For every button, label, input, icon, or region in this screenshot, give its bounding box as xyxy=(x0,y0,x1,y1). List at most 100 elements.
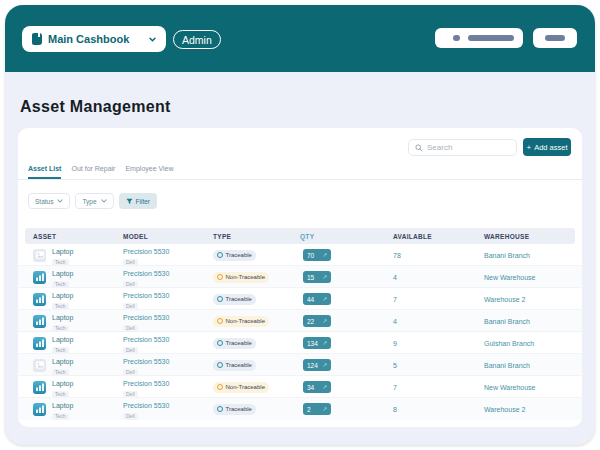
qty-value: 2 xyxy=(307,406,311,413)
warehouse-name: Banani Branch xyxy=(484,318,530,325)
model-name: Precision 5530 xyxy=(123,314,169,321)
search-placeholder: Search xyxy=(427,143,452,152)
model-name: Precision 5530 xyxy=(123,292,169,299)
asset-category: Tech xyxy=(52,281,69,288)
type-icon xyxy=(217,406,223,412)
col-model: MODEL xyxy=(123,233,148,240)
table-row[interactable]: Laptop Tech Precision 5530 Dell Non-Trac… xyxy=(18,266,582,288)
add-asset-label: Add asset xyxy=(534,143,567,152)
filter-label: Filter xyxy=(136,198,150,205)
tab-divider xyxy=(18,179,582,180)
plus-icon: + xyxy=(526,143,531,152)
model-name: Precision 5530 xyxy=(123,248,169,255)
type-label: Traceable xyxy=(226,406,252,412)
table-row[interactable]: Laptop Tech Precision 5530 Dell Traceabl… xyxy=(18,354,582,376)
table-row[interactable]: Laptop Tech Precision 5530 Dell Traceabl… xyxy=(18,244,582,266)
asset-category: Tech xyxy=(52,413,69,420)
available-value: 4 xyxy=(393,318,397,325)
table-row[interactable]: Laptop Tech Precision 5530 Dell Traceabl… xyxy=(18,398,582,420)
nav-widget-1[interactable] xyxy=(435,28,523,48)
warehouse-name: Banani Branch xyxy=(484,252,530,259)
qty-badge[interactable]: 15 ↗ xyxy=(303,271,331,283)
type-label: Type xyxy=(82,198,96,205)
asset-thumbnail-icon xyxy=(33,293,46,306)
arrow-up-right-icon: ↗ xyxy=(322,252,327,258)
chevron-down-icon xyxy=(101,198,107,204)
warehouse-name: Gulshan Branch xyxy=(484,340,534,347)
table-row[interactable]: Laptop Tech Precision 5530 Dell Traceabl… xyxy=(18,332,582,354)
qty-badge[interactable]: 70 ↗ xyxy=(303,249,331,261)
available-value: 7 xyxy=(393,296,397,303)
bar-placeholder xyxy=(468,35,514,41)
warehouse-name: Banani Branch xyxy=(484,362,530,369)
type-badge: Traceable xyxy=(213,294,256,305)
bar-placeholder xyxy=(545,35,565,41)
asset-thumbnail-icon xyxy=(33,249,46,262)
qty-value: 134 xyxy=(307,340,318,347)
col-qty: QTY xyxy=(300,233,314,240)
table-body: Laptop Tech Precision 5530 Dell Traceabl… xyxy=(18,244,582,420)
type-dropdown[interactable]: Type xyxy=(75,193,113,209)
table-row[interactable]: Laptop Tech Precision 5530 Dell Non-Trac… xyxy=(18,376,582,398)
admin-badge[interactable]: Admin xyxy=(173,30,221,49)
available-value: 9 xyxy=(393,340,397,347)
filter-bar: Status Type Filter xyxy=(28,193,157,209)
qty-value: 34 xyxy=(307,384,314,391)
tab-out-for-repair[interactable]: Out for Repair xyxy=(71,165,115,179)
filter-button[interactable]: Filter xyxy=(119,193,157,209)
asset-thumbnail-icon xyxy=(33,271,46,284)
available-value: 4 xyxy=(393,274,397,281)
arrow-up-right-icon: ↗ xyxy=(322,296,327,302)
warehouse-name: New Warehouse xyxy=(484,274,536,281)
model-name: Precision 5530 xyxy=(123,336,169,343)
col-type: TYPE xyxy=(213,233,231,240)
cashbook-selector[interactable]: Main Cashbook xyxy=(22,26,166,52)
arrow-up-right-icon: ↗ xyxy=(322,274,327,280)
table-header: ASSET MODEL TYPE QTY AVAILABLE WAREHOUSE xyxy=(25,228,575,244)
qty-value: 15 xyxy=(307,274,314,281)
type-badge: Non-Traceable xyxy=(213,382,269,393)
qty-badge[interactable]: 22 ↗ xyxy=(303,315,331,327)
asset-category: Tech xyxy=(52,347,69,354)
type-icon xyxy=(217,296,223,302)
add-asset-button[interactable]: + Add asset xyxy=(523,138,571,156)
book-icon xyxy=(32,33,42,45)
status-label: Status xyxy=(35,198,53,205)
qty-badge[interactable]: 34 ↗ xyxy=(303,381,331,393)
table-row[interactable]: Laptop Tech Precision 5530 Dell Traceabl… xyxy=(18,288,582,310)
status-dropdown[interactable]: Status xyxy=(28,193,70,209)
qty-badge[interactable]: 2 ↗ xyxy=(303,403,331,415)
qty-badge[interactable]: 124 ↗ xyxy=(303,359,331,371)
top-navbar: Main Cashbook Admin xyxy=(5,5,595,72)
search-input[interactable]: Search xyxy=(408,139,517,156)
type-icon xyxy=(217,384,223,390)
type-label: Traceable xyxy=(226,252,252,258)
available-value: 7 xyxy=(393,384,397,391)
search-icon xyxy=(415,144,423,152)
qty-value: 22 xyxy=(307,318,314,325)
qty-badge[interactable]: 44 ↗ xyxy=(303,293,331,305)
table-row[interactable]: Laptop Tech Precision 5530 Dell Non-Trac… xyxy=(18,310,582,332)
type-label: Non-Traceable xyxy=(226,274,265,280)
asset-thumbnail-icon xyxy=(33,403,46,416)
qty-badge[interactable]: 134 ↗ xyxy=(303,337,331,349)
page-title: Asset Management xyxy=(20,98,171,116)
model-brand: Dell xyxy=(123,369,138,376)
type-label: Non-Traceable xyxy=(226,384,265,390)
type-badge: Traceable xyxy=(213,360,256,371)
cashbook-label: Main Cashbook xyxy=(48,33,129,45)
type-label: Traceable xyxy=(226,362,252,368)
model-brand: Dell xyxy=(123,391,138,398)
chevron-down-icon xyxy=(57,198,63,204)
model-brand: Dell xyxy=(123,303,138,310)
col-warehouse: WAREHOUSE xyxy=(484,233,529,240)
model-brand: Dell xyxy=(123,413,138,420)
tab-employee-view[interactable]: Employee View xyxy=(125,165,173,179)
type-badge: Traceable xyxy=(213,338,256,349)
arrow-up-right-icon: ↗ xyxy=(322,318,327,324)
tab-asset-list[interactable]: Asset List xyxy=(28,165,61,179)
nav-widget-2[interactable] xyxy=(533,28,577,48)
asset-name: Laptop xyxy=(52,292,73,299)
admin-label: Admin xyxy=(182,34,212,46)
type-badge: Traceable xyxy=(213,404,256,415)
